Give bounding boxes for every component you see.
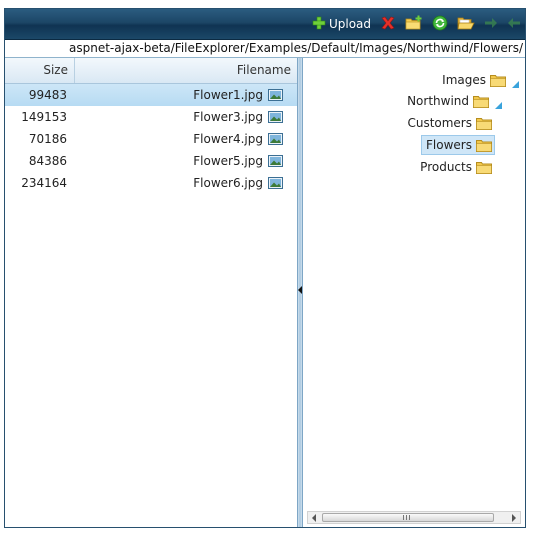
open-folder-icon — [457, 15, 475, 34]
file-size: 84386 — [28, 154, 67, 168]
toolbar-buttons: Upload — [303, 14, 521, 34]
image-file-icon — [268, 133, 283, 145]
file-name-cell: Flower5.jpg — [75, 154, 297, 168]
file-size: 234164 — [21, 176, 67, 190]
folder-tree: Images Northwind Customers Flowers Produ… — [303, 58, 525, 527]
file-name-cell: Flower4.jpg — [75, 132, 297, 146]
size-column-header[interactable]: Size — [5, 58, 75, 83]
expand-arrow-icon[interactable] — [512, 77, 519, 88]
open-button[interactable] — [457, 14, 475, 34]
scrollbar-thumb[interactable] — [322, 513, 494, 522]
back-button[interactable] — [507, 14, 521, 34]
file-name-cell: Flower6.jpg — [75, 176, 297, 190]
file-name-cell: Flower1.jpg — [75, 88, 297, 102]
file-size: 99483 — [28, 88, 67, 102]
file-name: Flower3.jpg — [193, 110, 263, 124]
upload-label: Upload — [328, 17, 371, 31]
tree-node-northwind[interactable]: Northwind — [407, 92, 502, 110]
file-explorer: Upload aspnet-ajax-beta/FileExplorer/Exa… — [4, 8, 526, 528]
delete-button[interactable] — [380, 14, 396, 34]
scroll-right-icon[interactable] — [512, 514, 516, 522]
file-grid: Size Filename 99483 Flower1.jpg 149153 F… — [5, 58, 297, 527]
table-row[interactable]: 234164 Flower6.jpg — [5, 172, 297, 194]
folder-icon — [490, 74, 506, 87]
file-name: Flower6.jpg — [193, 176, 263, 190]
forward-button[interactable] — [484, 14, 498, 34]
table-row[interactable]: 70186 Flower4.jpg — [5, 128, 297, 150]
tree-node-label: Images — [442, 73, 486, 87]
horizontal-scrollbar[interactable] — [307, 511, 521, 524]
file-name-cell: Flower3.jpg — [75, 110, 297, 124]
tree-node-products[interactable]: Products — [420, 158, 492, 176]
tree-node-label: Products — [420, 160, 472, 174]
table-row[interactable]: 149153 Flower3.jpg — [5, 106, 297, 128]
address-bar[interactable]: aspnet-ajax-beta/FileExplorer/Examples/D… — [5, 40, 525, 58]
tree-node-label: Customers — [407, 116, 472, 130]
refresh-button[interactable] — [432, 14, 448, 34]
folder-icon — [476, 139, 492, 152]
tree-node-customers[interactable]: Customers — [407, 114, 492, 132]
grip-icon — [403, 515, 410, 520]
grid-header: Size Filename — [5, 58, 297, 84]
new-folder-icon — [405, 15, 423, 34]
scroll-left-icon[interactable] — [312, 514, 316, 522]
tree-node-images[interactable]: Images — [442, 71, 519, 89]
folder-icon — [473, 95, 489, 108]
toolbar: Upload — [5, 9, 525, 40]
tree-node-flowers[interactable]: Flowers — [421, 135, 495, 155]
delete-icon — [380, 15, 396, 34]
image-file-icon — [268, 111, 283, 123]
file-name: Flower4.jpg — [193, 132, 263, 146]
table-row[interactable]: 84386 Flower5.jpg — [5, 150, 297, 172]
tree-node-label: Northwind — [407, 94, 469, 108]
expand-arrow-icon[interactable] — [495, 98, 502, 109]
upload-button[interactable]: Upload — [312, 14, 371, 34]
file-name: Flower5.jpg — [193, 154, 263, 168]
image-file-icon — [268, 155, 283, 167]
filename-column-header[interactable]: Filename — [75, 58, 297, 83]
folder-icon — [476, 117, 492, 130]
new-folder-button[interactable] — [405, 14, 423, 34]
table-row[interactable]: 99483 Flower1.jpg — [5, 84, 297, 106]
folder-icon — [476, 161, 492, 174]
file-name: Flower1.jpg — [193, 88, 263, 102]
back-icon — [507, 16, 521, 33]
refresh-icon — [432, 15, 448, 34]
tree-node-label: Flowers — [426, 138, 472, 152]
image-file-icon — [268, 177, 283, 189]
add-icon — [312, 16, 326, 33]
image-file-icon — [268, 89, 283, 101]
collapse-arrow-icon[interactable] — [298, 286, 302, 294]
file-size: 70186 — [28, 132, 67, 146]
forward-icon — [484, 16, 498, 33]
file-size: 149153 — [21, 110, 67, 124]
